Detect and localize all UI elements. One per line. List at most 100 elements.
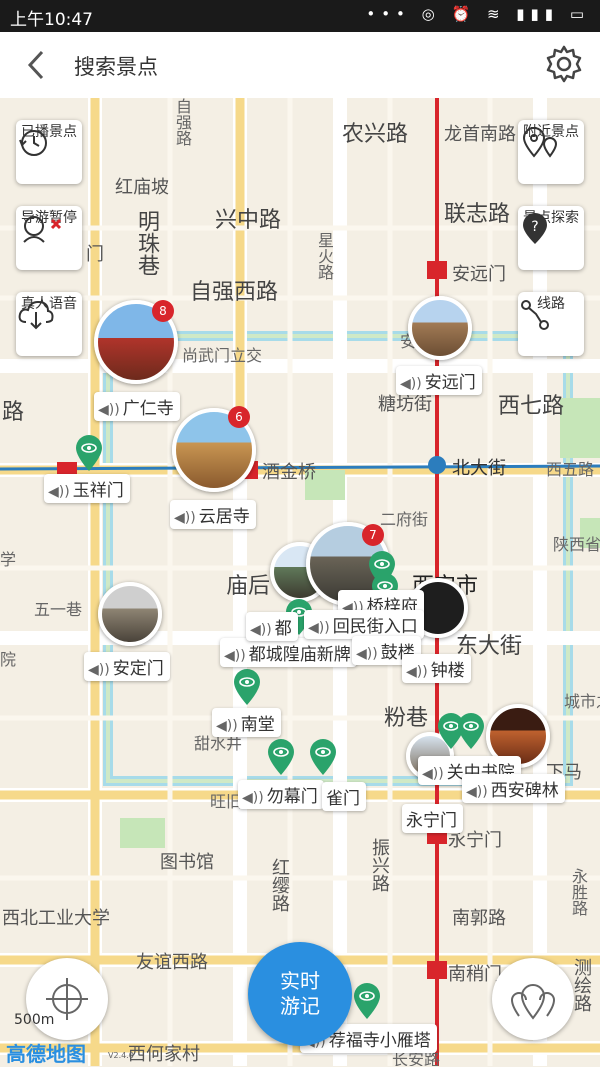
spot-label[interactable]: ◀)) 广仁寺 — [94, 392, 180, 421]
spot-name: 钟楼 — [430, 661, 465, 681]
spot-label[interactable]: ◀)) 安远门 — [396, 366, 482, 395]
question-pin-icon: ? — [523, 213, 547, 244]
search-title[interactable]: 搜索景点 — [74, 51, 158, 81]
live-travelogue-button[interactable]: 实时 游记 — [248, 942, 352, 1046]
speaker-icon: ◀)) — [98, 402, 120, 418]
map-label: 自强西路 — [190, 280, 279, 305]
history-icon — [19, 130, 47, 156]
photo-count-badge: 8 — [152, 300, 174, 322]
route-icon — [521, 300, 549, 330]
speaker-icon: ◀)) — [356, 646, 378, 662]
eye-pin-icon[interactable] — [74, 434, 104, 472]
spot-label[interactable]: ◀)) 勿幕门 — [238, 780, 324, 809]
map-label: 振兴路 — [369, 838, 390, 892]
map-label: 友谊西路 — [136, 952, 208, 973]
spot-name: 雀门 — [326, 789, 360, 809]
eye-pin-icon[interactable] — [308, 738, 338, 776]
spot-name: 荐福寺小雁塔 — [328, 1031, 431, 1051]
speaker-icon: ◀)) — [400, 376, 422, 392]
speaker-icon: ◀)) — [250, 622, 272, 638]
played-spots-button[interactable]: 已播景点 — [16, 120, 82, 184]
map-label: 红缨路 — [269, 858, 290, 912]
speaker-icon: ◀)) — [406, 664, 428, 680]
spot-label[interactable]: ◀)) 南堂 — [212, 708, 281, 737]
spot-label[interactable]: ◀)) 钟楼 — [402, 654, 471, 683]
spot-label[interactable]: ◀)) 都城隍庙新牌 — [220, 638, 357, 667]
spot-name: 南堂 — [240, 715, 275, 735]
map-label: 明珠巷 — [134, 210, 159, 276]
spot-name: 都 — [274, 619, 292, 639]
map-label: 龙首南路 — [444, 124, 516, 145]
guide-pause-icon — [23, 216, 62, 243]
map-label: 城市之 — [564, 692, 600, 711]
map-label: 陕西省 — [553, 535, 600, 554]
nearby-pins-button[interactable] — [492, 958, 574, 1040]
spot-thumbnail[interactable] — [408, 296, 472, 360]
map-label: 西五路 — [546, 460, 595, 479]
map-label: 安远门 — [452, 264, 506, 285]
fab-line2: 游记 — [280, 994, 320, 1018]
spot-label[interactable]: ◀)) 云居寺 — [170, 500, 256, 529]
header-bar: 搜索景点 — [0, 32, 600, 99]
eye-pin-icon[interactable] — [352, 982, 382, 1020]
spot-name: 安远门 — [424, 373, 476, 393]
speaker-icon: ◀)) — [242, 790, 264, 806]
map-logo: 高德地图 — [6, 1042, 86, 1066]
guide-pause-button[interactable]: 导游暂停 — [16, 206, 82, 270]
map-view[interactable]: 农兴路 龙首南路 红庙坡 兴中路 联志路 明珠巷 自强西路 安远门 尚武门立交 … — [0, 98, 600, 1066]
spot-label[interactable]: ◀)) 西安碑林 — [462, 774, 565, 803]
spot-name: 西安碑林 — [490, 781, 559, 801]
map-label: 门 — [83, 244, 104, 262]
spot-label[interactable]: 雀门 — [322, 782, 366, 811]
map-label: 酒金桥 — [262, 462, 316, 483]
eye-pin-icon[interactable] — [456, 712, 486, 750]
real-voice-button[interactable]: 真人语音 — [16, 292, 82, 356]
map-label: 粉巷 — [384, 706, 429, 731]
speaker-icon: ◀)) — [422, 766, 444, 782]
spot-label[interactable]: ◀)) 都 — [246, 612, 298, 641]
map-label: 西何家村 — [128, 1044, 200, 1065]
map-label: 图书馆 — [160, 852, 214, 873]
map-label: 联志路 — [444, 202, 511, 227]
spot-label[interactable]: 永宁门 — [402, 804, 463, 833]
spot-name: 都城隍庙新牌 — [248, 645, 351, 665]
speaker-icon: ◀)) — [216, 718, 238, 734]
nearby-spots-button[interactable]: 附近景点 — [518, 120, 584, 184]
map-label: 院 — [0, 650, 17, 669]
spot-name: 永宁门 — [406, 811, 457, 831]
map-scale: 500m — [14, 1012, 55, 1028]
cloud-download-icon — [18, 300, 54, 330]
map-label: 北大街 — [452, 458, 506, 479]
explore-spots-button[interactable]: ? 景点探索 — [518, 206, 584, 270]
map-label: 星火路 — [315, 232, 334, 280]
back-arrow-icon[interactable] — [20, 46, 54, 84]
spot-thumbnail[interactable] — [98, 582, 162, 646]
location-pins-icon — [522, 127, 558, 158]
spot-name: 玉祥门 — [72, 481, 124, 501]
map-label: 永胜路 — [569, 868, 588, 916]
map-label: 兴中路 — [215, 208, 282, 233]
status-bar: 上午10:47 ••• ◎ ⏰ ≋ ▮▮▮ ▭ — [0, 0, 600, 32]
map-label: 路 — [2, 400, 25, 425]
fab-line1: 实时 — [280, 969, 320, 993]
spot-label[interactable]: ◀)) 回民街入口 — [304, 610, 424, 639]
map-label: 西北工业大学 — [2, 908, 110, 929]
speaker-icon: ◀)) — [308, 620, 330, 636]
spot-label[interactable]: ◀)) 安定门 — [84, 652, 170, 681]
spot-name: 安定门 — [112, 659, 164, 679]
gear-icon[interactable] — [544, 44, 584, 84]
status-time: 上午10:47 — [10, 10, 93, 30]
eye-pin-icon[interactable] — [232, 668, 262, 706]
spot-label[interactable]: ◀)) 玉祥门 — [44, 474, 130, 503]
map-label: 南郭路 — [452, 908, 506, 929]
map-label: 庙后 — [226, 574, 271, 599]
route-button[interactable]: 线路 — [518, 292, 584, 356]
map-label: 红庙坡 — [115, 177, 169, 198]
status-icons: ••• ◎ ⏰ ≋ ▮▮▮ ▭ — [366, 5, 590, 23]
spot-name: 云居寺 — [198, 507, 250, 527]
spot-name: 回民街入口 — [332, 617, 418, 637]
eye-pin-icon[interactable] — [266, 738, 296, 776]
map-version: V2.4.0 — [108, 1051, 134, 1060]
spot-name: 勿幕门 — [266, 787, 318, 807]
map-label: 五一巷 — [34, 600, 83, 619]
